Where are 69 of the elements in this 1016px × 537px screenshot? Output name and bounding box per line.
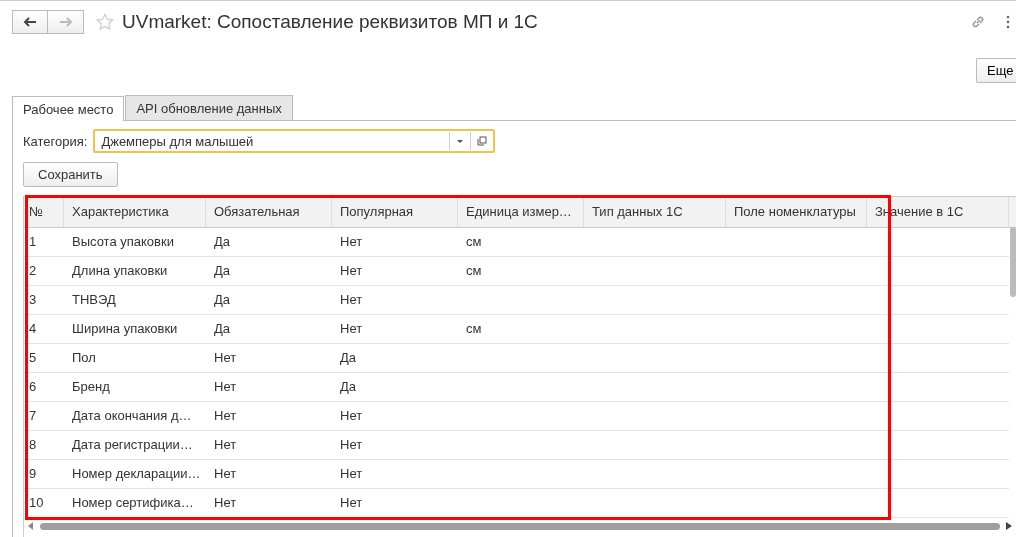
table-cell-text: Да xyxy=(213,262,232,280)
save-button[interactable]: Сохранить xyxy=(23,162,118,187)
category-field[interactable]: Джемперы для малышей xyxy=(93,129,496,153)
table-cell-text: Нет xyxy=(213,378,238,396)
table-cell-text: Нет xyxy=(339,262,364,280)
table-cell-text: Бренд xyxy=(71,378,111,396)
column-header[interactable]: Единица измер… xyxy=(458,197,584,227)
table-cell-text: Нет xyxy=(339,494,364,512)
table-cell-text: 7 xyxy=(28,407,38,425)
more-icon[interactable] xyxy=(1006,15,1010,29)
table-cell-text: Нет xyxy=(213,407,238,425)
table-cell-text: Нет xyxy=(339,233,364,251)
column-header[interactable]: Популярная xyxy=(332,197,458,227)
open-window-icon[interactable] xyxy=(477,136,488,146)
column-header[interactable]: Обязательная xyxy=(206,197,332,227)
table-cell-text: 5 xyxy=(28,349,38,367)
table-cell-text: Номер сертифика… xyxy=(71,494,195,512)
table-cell-text: 6 xyxy=(28,378,38,396)
window-title: UVmarket: Сопоставление реквизитов МП и 1С xyxy=(122,11,538,33)
table-cell-text: Да xyxy=(339,349,358,367)
more-button[interactable]: Еще xyxy=(976,58,1016,83)
table-cell-text: Да xyxy=(213,291,232,309)
table-cell-text: см xyxy=(465,262,483,280)
table-cell-text: 8 xyxy=(28,436,38,454)
column-header[interactable]: Поле номенклатуры xyxy=(726,197,867,227)
column-header[interactable]: № xyxy=(24,197,64,227)
table-cell-text: Нет xyxy=(213,436,238,454)
link-icon[interactable] xyxy=(970,14,986,30)
category-label: Категория: xyxy=(23,133,88,149)
table-cell-text: Нет xyxy=(213,349,238,367)
table-cell-text: ТНВЭД xyxy=(71,291,117,309)
table-cell-text: Да xyxy=(213,233,232,251)
table-cell-text: 3 xyxy=(28,291,38,309)
column-header[interactable]: Тип данных 1С xyxy=(584,197,726,227)
table-cell-text: Нет xyxy=(213,494,238,512)
table-cell-text: см xyxy=(465,233,483,251)
back-arrow-icon xyxy=(23,17,37,27)
table-cell-text: Нет xyxy=(339,291,364,309)
dropdown-caret-icon[interactable] xyxy=(456,138,465,144)
table-cell-text: Да xyxy=(213,320,232,338)
table-cell-text: Нет xyxy=(339,320,364,338)
table-cell-text: 4 xyxy=(28,320,38,338)
table-cell-text: Нет xyxy=(339,465,364,483)
table-cell-text: 2 xyxy=(28,262,38,280)
forward-arrow-icon xyxy=(58,17,73,27)
star-icon[interactable] xyxy=(96,13,114,31)
table-cell-text: Нет xyxy=(339,407,364,425)
table-cell-text: Дата окончания д… xyxy=(71,407,193,425)
table-cell-text: Нет xyxy=(339,436,364,454)
table-cell-text: см xyxy=(465,320,483,338)
table-cell-text: 10 xyxy=(28,494,45,512)
table-cell-text: Высота упаковки xyxy=(71,233,175,251)
table-cell-text: Пол xyxy=(71,349,97,367)
table-cell-text: Дата регистрации… xyxy=(71,436,194,454)
vertical-scrollbar[interactable] xyxy=(1010,227,1016,297)
table-cell-text: Номер декларации… xyxy=(71,465,202,483)
horizontal-scrollbar[interactable] xyxy=(40,522,1000,530)
table-cell-text: 1 xyxy=(28,233,38,251)
table-cell-text: Ширина упаковки xyxy=(71,320,179,338)
scroll-left-icon[interactable] xyxy=(28,522,34,530)
table-cell-text: Нет xyxy=(213,465,238,483)
table-cell-text: Длина упаковки xyxy=(71,262,169,280)
scroll-right-icon[interactable] xyxy=(1006,522,1012,530)
back-button[interactable] xyxy=(12,10,48,34)
column-header[interactable]: Характеристика xyxy=(64,197,206,227)
table-cell-text: 9 xyxy=(28,465,38,483)
tab[interactable]: Рабочее место xyxy=(12,96,125,121)
tab[interactable]: API обновление данных xyxy=(125,95,293,120)
table-cell-text: Да xyxy=(339,378,358,396)
